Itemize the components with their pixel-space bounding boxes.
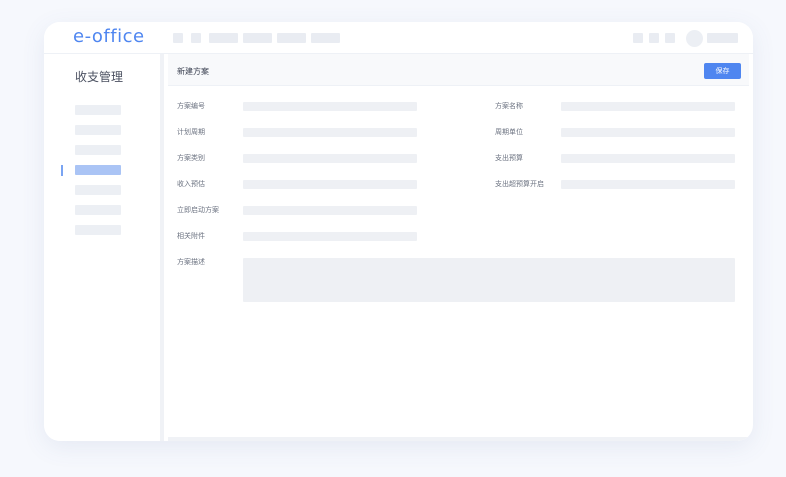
toolbar-icon-placeholder[interactable]	[649, 33, 659, 43]
sidebar-item[interactable]	[75, 185, 121, 195]
description-textarea[interactable]	[243, 258, 735, 302]
sidebar-item-active[interactable]	[75, 165, 121, 175]
app-logo[interactable]: e-office	[73, 26, 145, 47]
field-label: 计划周期	[177, 128, 205, 136]
bottom-divider	[168, 437, 749, 441]
attachments-input[interactable]	[243, 232, 417, 241]
sidebar-item[interactable]	[75, 225, 121, 235]
field-label: 方案类别	[177, 154, 205, 162]
field-label: 收入预估	[177, 180, 205, 188]
field-label: 立即启动方案	[177, 206, 219, 214]
top-bar: e-office	[44, 22, 753, 54]
app-window: e-office 收支管理 新建方案 保存 方案编号 计划周期 方案类别 收入预…	[44, 22, 753, 441]
save-button[interactable]: 保存	[704, 63, 741, 79]
nav-tab-placeholder[interactable]	[277, 33, 306, 43]
toolbar-icon-placeholder[interactable]	[665, 33, 675, 43]
nav-tab-placeholder[interactable]	[243, 33, 272, 43]
sidebar-item[interactable]	[75, 145, 121, 155]
plan-cycle-input[interactable]	[243, 128, 417, 137]
field-label: 支出超预算开启	[495, 180, 544, 188]
field-label: 方案描述	[177, 258, 205, 266]
sidebar-item[interactable]	[75, 105, 121, 115]
cycle-unit-input[interactable]	[561, 128, 735, 137]
plan-name-input[interactable]	[561, 102, 735, 111]
nav-tab-placeholder[interactable]	[311, 33, 340, 43]
expense-budget-input[interactable]	[561, 154, 735, 163]
field-label: 方案编号	[177, 102, 205, 110]
nav-icon-placeholder[interactable]	[173, 33, 183, 43]
sidebar-item[interactable]	[75, 125, 121, 135]
plan-category-input[interactable]	[243, 154, 417, 163]
main-header: 新建方案 保存	[168, 54, 749, 86]
field-label: 周期单位	[495, 128, 523, 136]
income-estimate-input[interactable]	[243, 180, 417, 189]
page-title: 新建方案	[177, 67, 209, 76]
field-label: 相关附件	[177, 232, 205, 240]
field-label: 方案名称	[495, 102, 523, 110]
sidebar-title: 收支管理	[75, 70, 124, 84]
nav-icon-placeholder[interactable]	[191, 33, 201, 43]
active-item-marker	[61, 165, 63, 176]
start-now-input[interactable]	[243, 206, 417, 215]
avatar[interactable]	[686, 30, 703, 47]
over-budget-toggle-input[interactable]	[561, 180, 735, 189]
main-panel: 新建方案 保存 方案编号 计划周期 方案类别 收入预估 立即启动方案 相关附件 …	[168, 54, 749, 441]
sidebar-item[interactable]	[75, 205, 121, 215]
username-placeholder[interactable]	[707, 33, 738, 43]
sidebar: 收支管理	[44, 54, 164, 441]
plan-number-input[interactable]	[243, 102, 417, 111]
nav-tab-placeholder[interactable]	[209, 33, 238, 43]
toolbar-icon-placeholder[interactable]	[633, 33, 643, 43]
field-label: 支出预算	[495, 154, 523, 162]
